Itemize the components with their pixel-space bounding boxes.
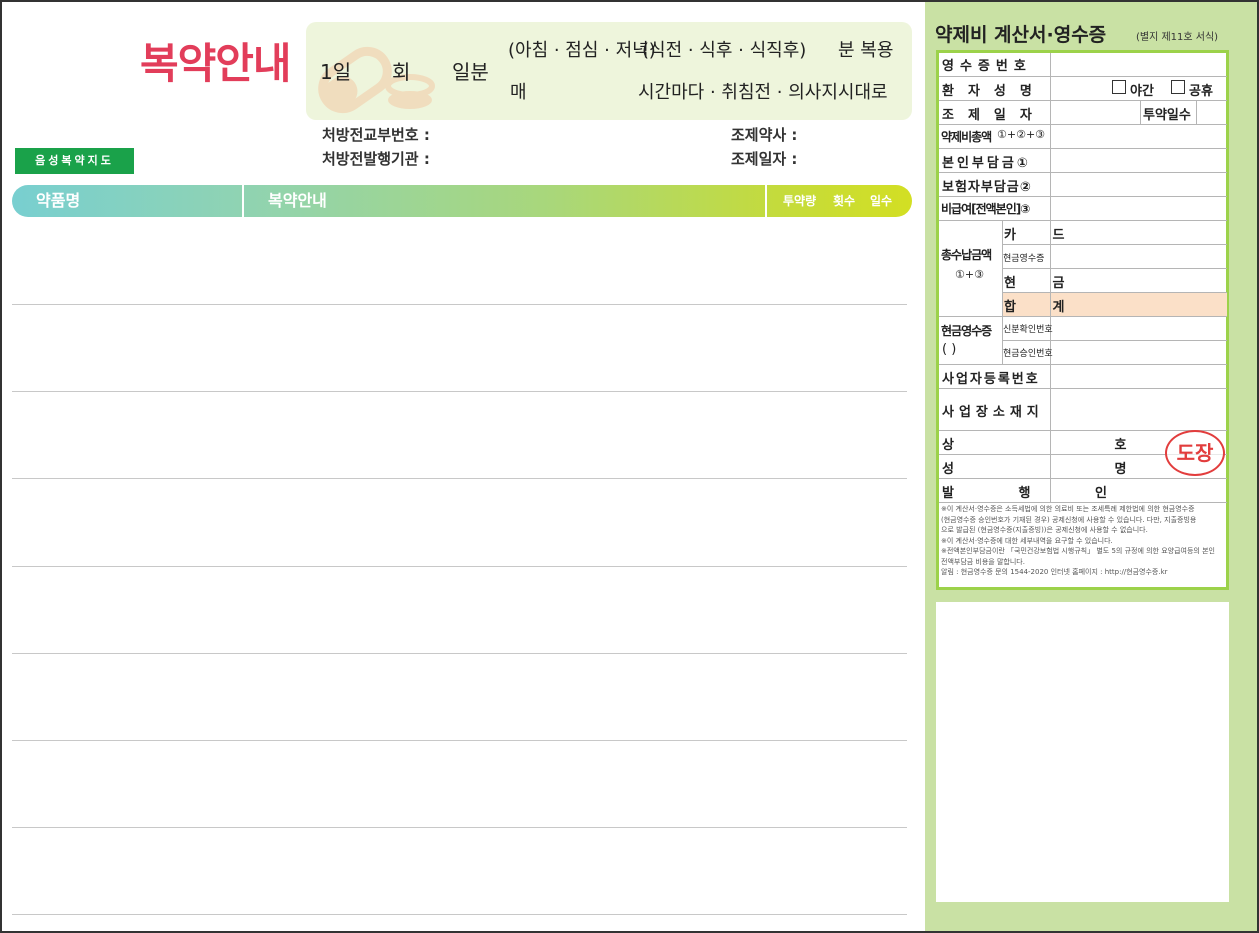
dose-every-label: 매 [510,82,527,103]
label-total-cost-formula: ①+②+③ [997,128,1046,141]
grid-line [1002,292,1227,293]
label-cash: 현 금 [1004,276,1081,291]
grid-line [1140,100,1141,124]
rx-pharmacist-label: 조제약사 : [731,126,798,144]
grid-line [1050,124,1051,220]
grid-line [939,220,1227,221]
label-total-paid-formula: ①+③ [955,268,984,281]
medication-row-line [12,304,907,305]
rx-issuing-institution-label: 처방전발행기관 : [322,150,430,168]
receipt-subtitle: (별지 제11호 서식) [1136,32,1219,43]
voice-guidance-tag: 음성복약지도 [15,148,134,174]
label-total-paid: 총수납금액 [941,248,992,262]
stamp-seal: 도장 [1165,430,1225,476]
label-name: 성 명 [942,462,1205,477]
column-dose-amount: 투약량 [783,194,817,208]
label-cash-receipt: 현금영수증 [941,324,992,338]
note-line: ※이 계산서·영수증에 대한 세부내역을 요구할 수 있습니다. [941,536,1113,545]
label-night: 야간 [1130,84,1154,99]
label-receipt-no: 영수증번호 [942,59,1032,74]
label-patient-name: 환자성명 [942,84,1046,99]
label-cash-receipt-small: 현금영수증 [1003,254,1045,264]
label-self-pay: 본인부담금① [942,156,1031,171]
grid-line [939,196,1227,197]
grid-line [939,76,1227,77]
grid-line [939,364,1227,365]
grid-line [1050,53,1051,100]
grid-line [939,172,1227,173]
column-divider [765,185,767,217]
column-divider [242,185,244,217]
grid-line [1002,268,1227,269]
column-frequency: 횟수 [833,194,856,208]
grid-line [939,316,1227,317]
blank-memo-area [936,602,1229,902]
grid-line [939,502,1227,503]
label-non-covered: 비급여[전액본인]③ [941,202,1030,216]
label-approval-number: 현금승인번호 [1003,349,1053,359]
note-line: 알림 : 현금영수증 문의 1544-2020 인터넷 홈페이지 : http:… [941,568,1168,576]
medication-row-line [12,740,907,741]
medication-row-line [12,653,907,654]
dose-instruction-box: 1일 회 일분 (아침 · 점심 · 저녁) (식전 · 식후 · 식직후) 분… [306,22,912,120]
label-insurer-pay: 보험자부담금② [942,180,1032,195]
note-line: 으로 발급된 (현금영수증(지출증빙))은 공제신청에 사용할 수 없습니다. [941,526,1148,534]
label-days-given: 투약일수 [1143,108,1191,123]
receipt-notes: ※이 계산서·영수증은 소득세법에 의한 의료비 또는 조세특례 제한법에 의한… [941,504,1227,578]
dose-meal-timing: (식전 · 식후 · 식직후) [642,40,807,61]
column-guidance: 복약안내 [268,191,327,210]
label-total-cost: 약제비총액 [941,130,992,144]
label-dispense-date: 조제일자 [942,108,1046,123]
medication-row-line [12,391,907,392]
column-drug-name: 약품명 [36,191,81,210]
label-business-reg-no: 사업자등록번호 [942,372,1040,387]
medication-row-line [12,914,907,915]
dose-minutes-take: 분 복용 [838,40,894,61]
grid-line [1002,220,1003,316]
grid-line [1002,244,1227,245]
dose-portion-label: 일분 [452,60,489,84]
label-issuer: 발 행 인 [942,486,1137,501]
label-card: 카 드 [1004,228,1081,243]
note-line: ※전액본인부담금이란 「국민건강보험법 시행규칙」 별도 5의 규정에 의한 요… [941,547,1215,555]
label-id-number: 신분확인번호 [1003,325,1053,335]
note-line: ※이 계산서·영수증은 소득세법에 의한 의료비 또는 조세특례 제한법에 의한… [941,505,1195,513]
column-days: 일수 [870,194,893,208]
note-line: (현금영수증 승인번호가 기재된 경우) 공제신청에 사용할 수 있습니다. 다… [941,515,1197,524]
receipt-title: 약제비 계산서·영수증 [935,24,1107,46]
label-business-address: 사업장소재지 [942,405,1044,420]
label-sum: 합 계 [1004,300,1081,315]
grid-line [939,124,1227,125]
grid-line [939,388,1227,389]
grid-line [1196,100,1197,124]
grid-line [939,478,1227,479]
grid-line [1002,340,1227,341]
dose-other-options: 시간마다 · 취침전 · 의사지시대로 [638,82,888,103]
medication-column-header: 약품명 복약안내 투약량 횟수 일수 [12,185,912,217]
night-checkbox[interactable] [1112,80,1126,94]
page-title: 복약안내 [140,39,292,88]
rx-delivery-number-label: 처방전교부번호 : [322,126,430,144]
holiday-checkbox[interactable] [1171,80,1185,94]
medication-row-line [12,566,907,567]
grid-line [939,100,1227,101]
label-holiday: 공휴 [1189,84,1213,99]
note-line: 전액부담금 비용을 말합니다. [941,557,1025,566]
medication-row-line [12,478,907,479]
grid-line [1050,100,1051,124]
grid-line [939,148,1227,149]
rx-dispense-date-label: 조제일자 : [731,150,798,168]
label-cash-receipt-paren: ( ) [942,342,957,357]
dose-day-label: 1일 [320,60,352,84]
medication-row-line [12,827,907,828]
dose-meal-times: (아침 · 점심 · 저녁) [508,40,656,61]
dose-times-label: 회 [392,60,411,84]
